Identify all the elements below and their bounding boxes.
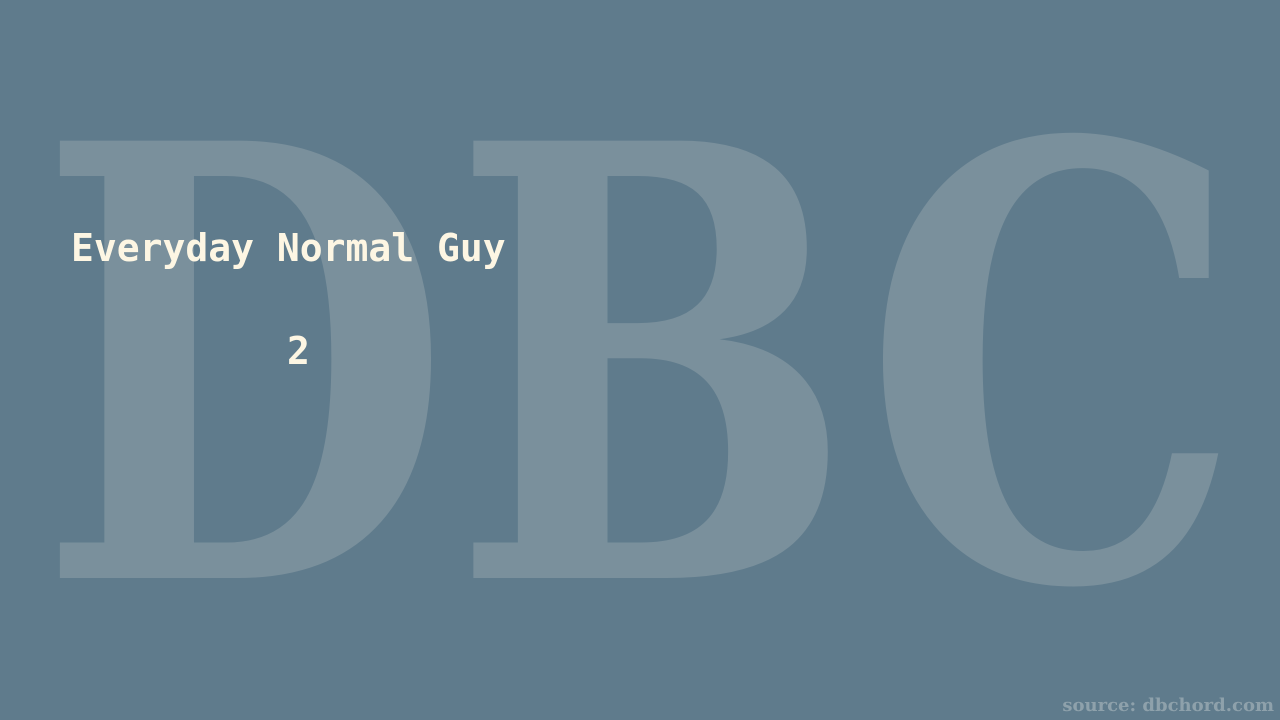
watermark-text: DBC [38, 15, 1243, 720]
slide-number: 2 [287, 329, 310, 373]
source-credit: source: dbchord.com [1062, 695, 1274, 716]
song-title: Everyday Normal Guy [71, 226, 506, 270]
watermark-logo: DBC [38, 15, 1243, 720]
